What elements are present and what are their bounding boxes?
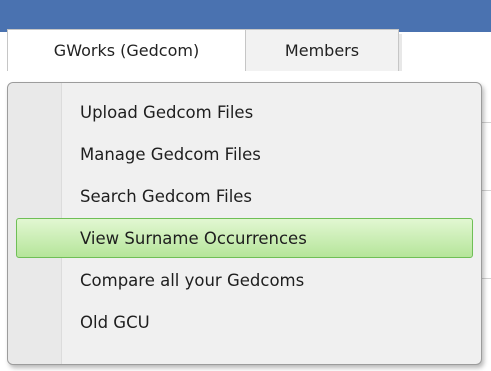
tab-gworks-gedcom-label: GWorks (Gedcom) <box>53 41 200 60</box>
gedcom-dropdown-menu: Upload Gedcom Files Manage Gedcom Files … <box>7 82 482 365</box>
tab-gworks-gedcom[interactable]: GWorks (Gedcom) <box>7 29 246 71</box>
menu-item-view-surname-occurrences[interactable]: View Surname Occurrences <box>16 218 473 258</box>
tab-members[interactable]: Members <box>246 29 399 71</box>
nav-tabs: GWorks (Gedcom) Members <box>7 29 399 71</box>
menu-item-label: Old GCU <box>80 312 150 332</box>
menu-item-list: Upload Gedcom Files Manage Gedcom Files … <box>8 91 481 343</box>
menu-item-search-gedcom-files[interactable]: Search Gedcom Files <box>16 175 473 217</box>
menu-item-label: Upload Gedcom Files <box>80 102 254 122</box>
menu-item-label: Manage Gedcom Files <box>80 144 261 164</box>
menu-item-manage-gedcom-files[interactable]: Manage Gedcom Files <box>16 133 473 175</box>
menu-item-label: Search Gedcom Files <box>80 186 253 206</box>
menu-item-upload-gedcom-files[interactable]: Upload Gedcom Files <box>16 91 473 133</box>
menu-item-old-gcu[interactable]: Old GCU <box>16 301 473 343</box>
menu-item-label: View Surname Occurrences <box>80 228 307 248</box>
top-nav-bar <box>0 0 491 32</box>
menu-item-compare-all-gedcoms[interactable]: Compare all your Gedcoms <box>16 259 473 301</box>
menu-item-label: Compare all your Gedcoms <box>80 270 305 290</box>
tab-members-label: Members <box>284 41 360 60</box>
